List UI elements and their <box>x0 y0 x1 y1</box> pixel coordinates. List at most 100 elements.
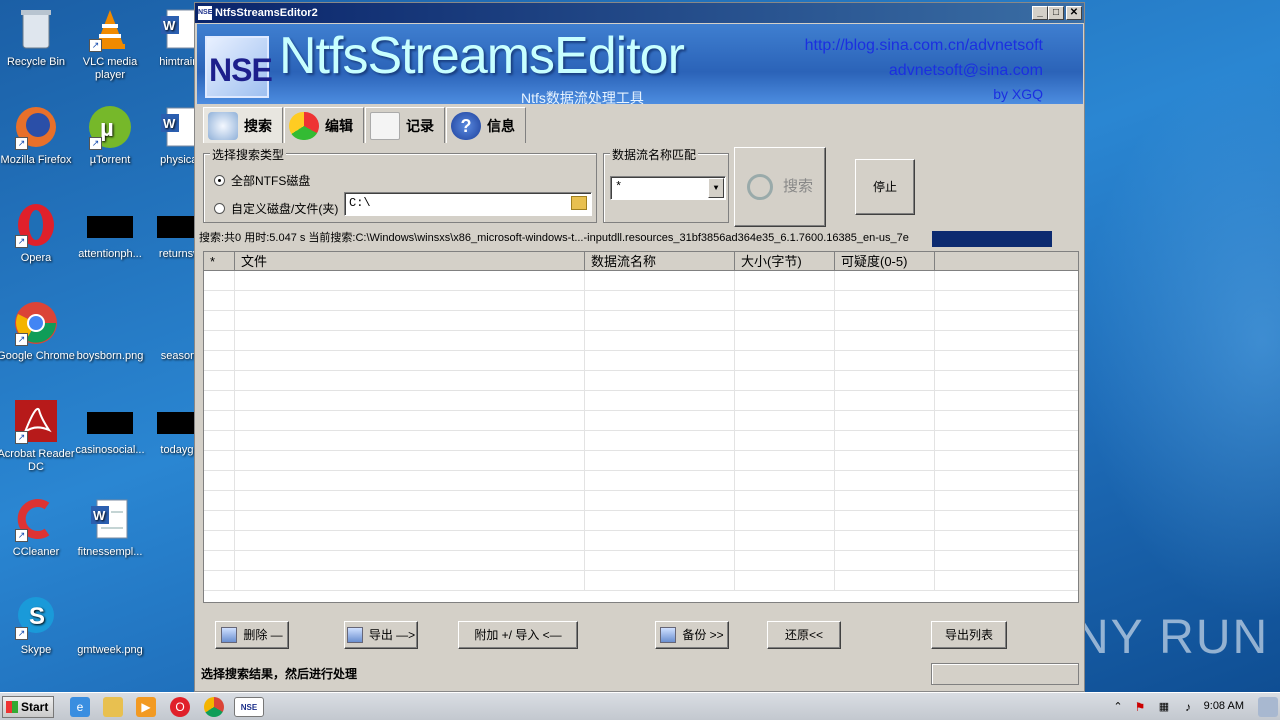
path-input[interactable]: C:\ <box>344 192 592 216</box>
tab-log[interactable]: 记录 <box>365 107 445 143</box>
image-thumbnail <box>87 594 133 640</box>
chevron-down-icon[interactable]: ▼ <box>708 178 724 198</box>
desktop-icon-casinosocial[interactable]: casinosocial... <box>70 398 150 457</box>
table-row[interactable] <box>204 391 1078 411</box>
col-suspicion[interactable]: 可疑度(0-5) <box>835 252 935 270</box>
table-row[interactable] <box>204 451 1078 471</box>
nse-taskbar-button[interactable]: NSE <box>234 697 264 717</box>
backup-button[interactable]: 备份 >> <box>655 621 729 649</box>
table-row[interactable] <box>204 331 1078 351</box>
internet-explorer-icon[interactable]: e <box>70 697 90 717</box>
clock[interactable]: 9:08 AM <box>1204 700 1244 712</box>
table-cell <box>935 311 1078 330</box>
opera-icon[interactable]: O <box>170 697 190 717</box>
media-player-icon[interactable]: ▶ <box>136 697 156 717</box>
col-size[interactable]: 大小(字节) <box>735 252 835 270</box>
radio-all-ntfs[interactable]: 全部NTFS磁盘 <box>214 172 310 189</box>
table-cell <box>235 431 585 450</box>
tab-label: 信息 <box>487 118 515 134</box>
radio-custom-path[interactable]: 自定义磁盘/文件(夹) <box>214 200 338 217</box>
desktop-icon-opera[interactable]: ↗ Opera <box>0 202 76 265</box>
table-cell <box>735 391 835 410</box>
title-bar[interactable]: NSE NtfsStreamsEditor2 _ □ ✕ <box>195 3 1084 23</box>
table-cell <box>735 351 835 370</box>
start-button[interactable]: Start <box>2 696 54 718</box>
desktop-icon-acrobat[interactable]: ↗ Acrobat Reader DC <box>0 398 76 474</box>
table-cell <box>935 531 1078 550</box>
network-icon[interactable]: ▦ <box>1154 697 1174 717</box>
table-row[interactable] <box>204 351 1078 371</box>
ccleaner-icon: ↗ <box>13 496 59 542</box>
name-match-value: * <box>615 180 623 194</box>
desktop-icon-vlc[interactable]: ↗ VLC media player <box>70 6 150 82</box>
table-row[interactable] <box>204 491 1078 511</box>
table-cell <box>735 291 835 310</box>
desktop-icon-fitnessempl[interactable]: W fitnessempl... <box>70 496 150 559</box>
restore-button[interactable]: 还原<< <box>767 621 841 649</box>
table-cell <box>235 271 585 290</box>
table-row[interactable] <box>204 271 1078 291</box>
action-center-icon[interactable]: ⚑ <box>1130 697 1150 717</box>
table-row[interactable] <box>204 551 1078 571</box>
desktop-icon-skype[interactable]: S ↗ Skype <box>0 594 76 657</box>
table-cell <box>585 311 735 330</box>
explorer-folder-icon[interactable] <box>103 697 123 717</box>
table-row[interactable] <box>204 471 1078 491</box>
export-icon <box>346 627 363 643</box>
export-list-button[interactable]: 导出列表 <box>931 621 1007 649</box>
append-import-button[interactable]: 附加 +/ 导入 <— <box>458 621 578 649</box>
table-cell <box>935 291 1078 310</box>
chevron-up-icon[interactable]: ⌃ <box>1108 697 1128 717</box>
table-row[interactable] <box>204 531 1078 551</box>
col-file[interactable]: 文件 <box>235 252 585 270</box>
table-row[interactable] <box>204 431 1078 451</box>
table-row[interactable] <box>204 411 1078 431</box>
tab-edit[interactable]: 编辑 <box>284 107 364 143</box>
desktop-icon-attentionph[interactable]: attentionph... <box>70 202 150 261</box>
table-cell <box>735 551 835 570</box>
stop-button[interactable]: 停止 <box>855 159 915 215</box>
desktop-icon-gmtweek[interactable]: gmtweek.png <box>70 594 150 657</box>
table-cell <box>585 331 735 350</box>
col-select[interactable]: * <box>204 252 235 270</box>
table-row[interactable] <box>204 511 1078 531</box>
table-row[interactable] <box>204 571 1078 591</box>
show-desktop-button[interactable] <box>1258 697 1278 717</box>
table-cell <box>935 491 1078 510</box>
name-match-group: 数据流名称匹配 * ▼ <box>603 146 729 223</box>
results-table[interactable]: * 文件 数据流名称 大小(字节) 可疑度(0-5) <box>203 251 1079 603</box>
desktop-icon-chrome[interactable]: ↗ Google Chrome <box>0 300 76 363</box>
minimize-button[interactable]: _ <box>1032 6 1048 20</box>
search-button[interactable]: 搜索 <box>734 147 826 227</box>
close-button[interactable]: ✕ <box>1066 6 1082 20</box>
email-link[interactable]: advnetsoft@sina.com <box>889 62 1043 80</box>
col-stream-name[interactable]: 数据流名称 <box>585 252 735 270</box>
table-cell <box>835 511 935 530</box>
table-cell <box>585 571 735 590</box>
volume-icon[interactable]: ♪ <box>1178 697 1198 717</box>
table-row[interactable] <box>204 291 1078 311</box>
desktop-icon-firefox[interactable]: ↗ Mozilla Firefox <box>0 104 76 167</box>
desktop-icon-boysborn[interactable]: boysborn.png <box>70 300 150 363</box>
delete-button[interactable]: 删除 — <box>215 621 289 649</box>
tab-info[interactable]: ? 信息 <box>446 107 526 143</box>
folder-icon[interactable] <box>571 196 587 210</box>
table-cell <box>735 371 835 390</box>
desktop-icon-ccleaner[interactable]: ↗ CCleaner <box>0 496 76 559</box>
chrome-icon[interactable] <box>204 697 224 717</box>
table-row[interactable] <box>204 311 1078 331</box>
desktop-icon-recycle-bin[interactable]: Recycle Bin <box>0 6 76 69</box>
taskbar: Start e ▶ O NSE ⌃ ⚑ ▦ ♪ 9:08 AM <box>0 692 1280 720</box>
table-row[interactable] <box>204 371 1078 391</box>
table-cell <box>835 551 935 570</box>
maximize-button[interactable]: □ <box>1048 6 1064 20</box>
blog-link[interactable]: http://blog.sina.com.cn/advnetsoft <box>805 37 1043 55</box>
name-match-combobox[interactable]: * ▼ <box>610 176 726 200</box>
export-button[interactable]: 导出 —> <box>344 621 418 649</box>
table-cell <box>835 471 935 490</box>
table-cell <box>204 351 235 370</box>
desktop-icon-utorrent[interactable]: µ ↗ µTorrent <box>70 104 150 167</box>
tab-search[interactable]: 搜索 <box>203 107 283 143</box>
desktop-icon-label: attentionph... <box>78 248 142 260</box>
table-cell <box>835 331 935 350</box>
